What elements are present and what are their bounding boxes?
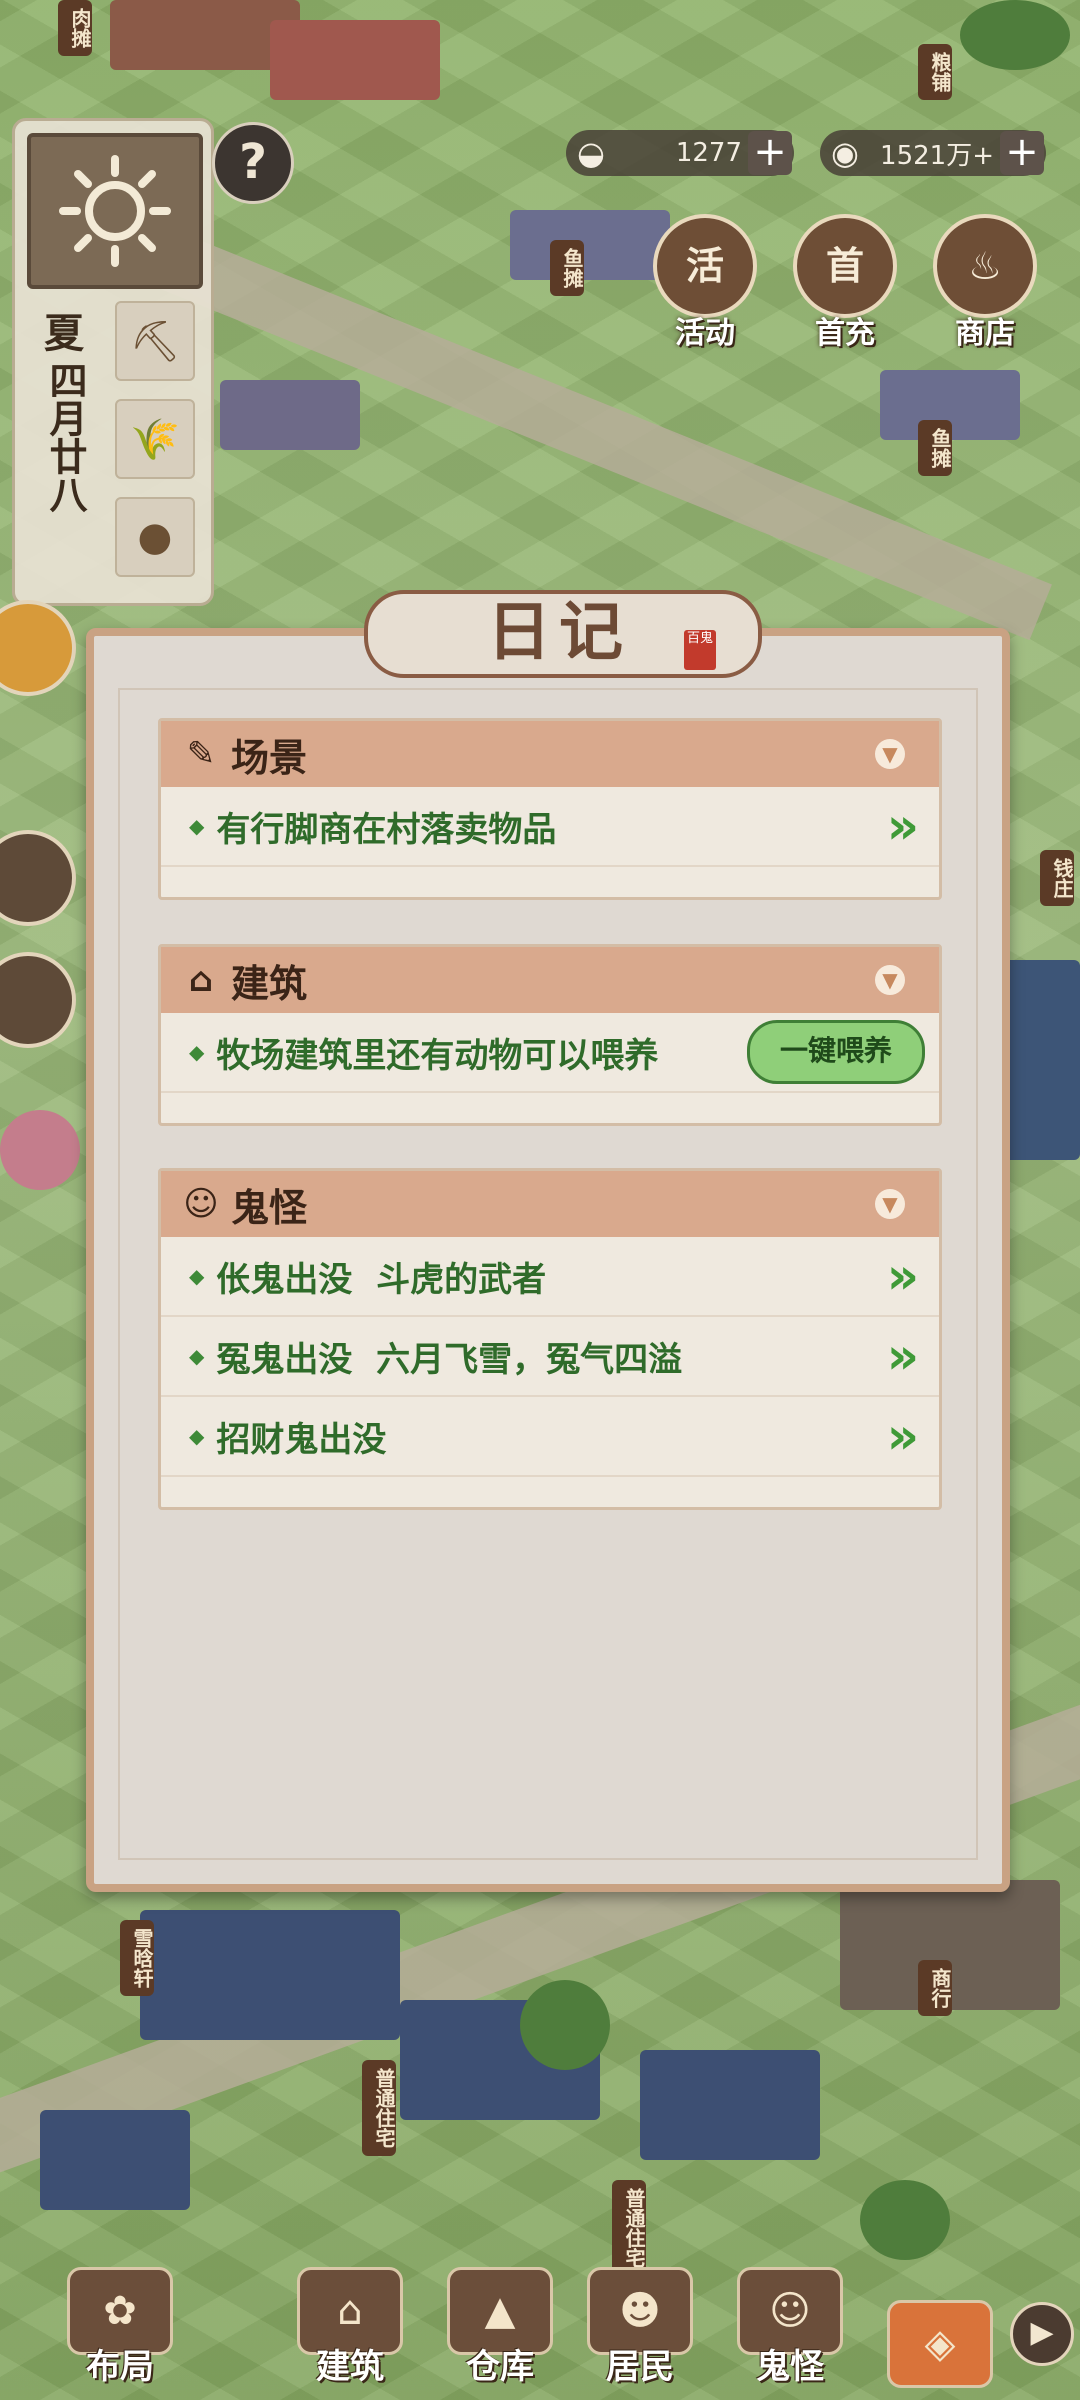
- stall-roof: [510, 210, 670, 280]
- coin-value: 1521万+: [880, 140, 994, 171]
- nav-warehouse[interactable]: ▲ 仓库: [440, 2267, 560, 2388]
- add-coin-button[interactable]: +: [1000, 131, 1044, 175]
- wheat-icon[interactable]: 🌾: [115, 399, 195, 479]
- shop-sign[interactable]: 粮铺: [918, 44, 952, 100]
- sun-icon: [59, 155, 171, 267]
- section-title: 鬼怪: [231, 1185, 308, 1230]
- diamond-bullet-icon: ◆: [189, 1344, 205, 1368]
- double-chevron-icon[interactable]: »: [887, 797, 920, 855]
- scroll-icon: 活: [653, 214, 757, 318]
- shop-sign[interactable]: 普通住宅: [362, 2060, 396, 2156]
- weather-button[interactable]: [27, 133, 203, 289]
- shop-sign[interactable]: 肉摊: [58, 0, 92, 56]
- shortcut-shop-label: 商店: [955, 316, 1015, 351]
- silver-counter: ◒ 1277 +: [566, 130, 794, 176]
- house-roof: [640, 2050, 820, 2160]
- date-label: 四月廿八: [43, 361, 87, 513]
- coins-icon[interactable]: ●: [115, 497, 195, 577]
- list-item[interactable]: ◆ 有行脚商在村落卖物品 »: [161, 787, 939, 867]
- pickaxe-icon[interactable]: ⛏: [115, 301, 195, 381]
- house-roof: [40, 2110, 190, 2210]
- tree: [520, 1980, 610, 2070]
- list-item[interactable]: ◆ 招财鬼出没 »: [161, 1397, 939, 1477]
- stall-roof: [270, 20, 440, 100]
- nav-label: 布局: [86, 2347, 154, 2387]
- shop-sign[interactable]: 鱼摊: [918, 420, 952, 476]
- brush-icon: ✎: [186, 734, 216, 774]
- section-scene: ✎ 场景 ▼ ◆ 有行脚商在村落卖物品 »: [158, 718, 942, 900]
- nav-layout[interactable]: ✿ 布局: [60, 2267, 180, 2388]
- shortcut-activity[interactable]: 活 活动: [650, 214, 760, 352]
- double-chevron-icon[interactable]: »: [887, 1327, 920, 1385]
- list-item: ◆ 牧场建筑里还有动物可以喂养 一键喂养: [161, 1013, 939, 1093]
- section-building: ⌂ 建筑 ▼ ◆ 牧场建筑里还有动物可以喂养 一键喂养: [158, 944, 942, 1126]
- stall-roof: [220, 380, 360, 450]
- money-bag-icon: 首: [793, 214, 897, 318]
- house-roof: [140, 1910, 400, 2040]
- shortcut-activity-label: 活动: [675, 316, 735, 351]
- nav-ghosts[interactable]: ☺ 鬼怪: [730, 2267, 850, 2388]
- shop-sign[interactable]: 商行: [918, 1960, 952, 2016]
- house-icon: ⌂: [188, 960, 214, 1000]
- diamond-bullet-icon: ◆: [189, 1040, 205, 1064]
- help-button[interactable]: ?: [212, 122, 294, 204]
- diary-modal: 日记 百鬼 ✎ 场景 ▼ ◆ 有行脚商在村落卖物品 » ⌂ 建筑 ▼ ◆ 牧场建…: [86, 590, 1010, 1892]
- nav-residents[interactable]: ☻ 居民: [580, 2267, 700, 2388]
- collapse-toggle-icon[interactable]: ▼: [875, 1189, 905, 1219]
- season-label: 夏: [44, 311, 84, 357]
- collapse-toggle-icon[interactable]: ▼: [875, 739, 905, 769]
- copper-coin-icon: ◉: [831, 134, 859, 172]
- list-item-text: 有行脚商在村落卖物品: [216, 809, 557, 850]
- shop-sign[interactable]: 鱼摊: [550, 240, 584, 296]
- ghost-icon: ☺: [183, 1184, 219, 1224]
- diamond-bullet-icon: ◆: [189, 1264, 205, 1288]
- ingot-shop-icon: ♨: [933, 214, 1037, 318]
- blossom-tree: [0, 1110, 80, 1190]
- add-silver-button[interactable]: +: [748, 131, 792, 175]
- nav-label: 鬼怪: [756, 2347, 824, 2387]
- diamond-bullet-icon: ◆: [189, 1424, 205, 1448]
- shortcut-first-recharge-label: 首充: [815, 316, 875, 351]
- shop-sign[interactable]: 钱庄: [1040, 850, 1074, 906]
- chevron-right-icon[interactable]: ▶: [1010, 2302, 1074, 2366]
- silver-ingot-icon: ◒: [577, 134, 605, 172]
- double-chevron-icon[interactable]: »: [887, 1247, 920, 1305]
- list-item-text: 招财鬼出没: [216, 1419, 387, 1460]
- section-title: 场景: [231, 735, 308, 780]
- shortcut-shop[interactable]: ♨ 商店: [930, 214, 1040, 352]
- nav-lantern[interactable]: ◈: [880, 2300, 1000, 2388]
- shortcut-first-recharge[interactable]: 首 首充: [790, 214, 900, 352]
- silver-value: 1277: [675, 138, 742, 168]
- feed-all-button[interactable]: 一键喂养: [747, 1020, 925, 1084]
- nav-label: 建筑: [316, 2347, 384, 2387]
- bottom-nav: ✿ 布局 ⌂ 建筑 ▲ 仓库 ☻ 居民 ☺ 鬼怪 ◈ ▶: [0, 2230, 1080, 2400]
- section-header[interactable]: ☺ 鬼怪 ▼: [161, 1171, 939, 1237]
- section-ghost: ☺ 鬼怪 ▼ ◆ 伥鬼出没 斗虎的武者 » ◆ 冤鬼出没 六月飞雪，冤气四溢 »…: [158, 1168, 942, 1510]
- shop-sign[interactable]: 雪晗轩: [120, 1920, 154, 1996]
- nav-label: 居民: [606, 2347, 674, 2387]
- diary-title-banner: 日记 百鬼: [364, 572, 762, 682]
- list-item-text: 牧场建筑里还有动物可以喂养: [216, 1035, 659, 1076]
- list-item-text: 伥鬼出没 斗虎的武者: [216, 1259, 547, 1300]
- coin-counter: ◉ 1521万+ +: [820, 130, 1046, 176]
- lantern-icon: ◈: [887, 2300, 993, 2388]
- list-item-text: 冤鬼出没 六月飞雪，冤气四溢: [216, 1339, 683, 1380]
- section-header[interactable]: ✎ 场景 ▼: [161, 721, 939, 787]
- tree: [960, 0, 1070, 70]
- section-title: 建筑: [231, 961, 308, 1006]
- double-chevron-icon[interactable]: »: [887, 1407, 920, 1465]
- seal-stamp: 百鬼: [684, 630, 716, 670]
- list-item[interactable]: ◆ 冤鬼出没 六月飞雪，冤气四溢 »: [161, 1317, 939, 1397]
- section-header[interactable]: ⌂ 建筑 ▼: [161, 947, 939, 1013]
- list-item[interactable]: ◆ 伥鬼出没 斗虎的武者 »: [161, 1237, 939, 1317]
- nav-building[interactable]: ⌂ 建筑: [290, 2267, 410, 2388]
- collapse-toggle-icon[interactable]: ▼: [875, 965, 905, 995]
- diamond-bullet-icon: ◆: [189, 814, 205, 838]
- diary-title: 日记: [487, 595, 631, 670]
- season-panel: 夏 四月廿八 ⛏ 🌾 ●: [12, 118, 214, 606]
- nav-label: 仓库: [466, 2347, 534, 2387]
